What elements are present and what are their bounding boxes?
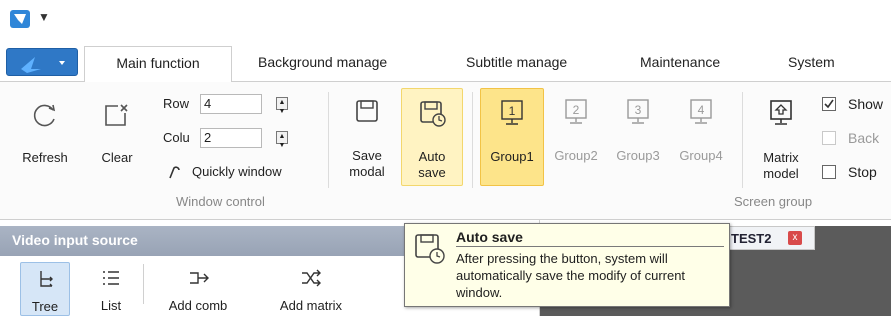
svg-text:1: 1 [509, 104, 516, 118]
group4-button[interactable]: 4 Group4 [670, 92, 732, 182]
column-label: Colu [163, 130, 190, 145]
stop-checkbox[interactable] [822, 165, 836, 179]
quickly-window-button[interactable]: Quickly window [166, 162, 322, 182]
tab-background-manage[interactable]: Background manage [258, 54, 387, 70]
window-control-group-title: Window control [176, 194, 265, 209]
svg-text:3: 3 [635, 103, 642, 117]
monitor-3-icon: 3 [627, 99, 649, 124]
refresh-icon [33, 104, 56, 127]
clear-button[interactable]: Clear [92, 96, 142, 176]
add-matrix-button[interactable]: Add matrix [264, 262, 358, 316]
column-input[interactable]: 2 [200, 128, 262, 148]
close-tab-icon[interactable]: x [788, 231, 802, 245]
toolbar-separator [143, 264, 144, 304]
group1-label: Group1 [490, 149, 534, 164]
tab-system[interactable]: System [788, 54, 835, 70]
column-spinner[interactable]: ▲ ▼ [276, 131, 288, 149]
matrix-model-label-line1: Matrix [763, 150, 799, 165]
clear-label: Clear [101, 150, 133, 165]
tree-view-button[interactable]: Tree [20, 262, 70, 316]
save-icon [356, 100, 378, 122]
quick-access-dropdown[interactable]: ▼ [38, 10, 50, 24]
auto-save-label-line1: Auto [418, 149, 446, 164]
row-spinner[interactable]: ▲ ▼ [276, 97, 288, 115]
back-label: Back [848, 130, 880, 146]
refresh-button[interactable]: Refresh [18, 96, 72, 176]
add-comb-icon [190, 272, 209, 284]
list-view-button[interactable]: List [88, 262, 134, 316]
app-menu-button[interactable] [6, 48, 78, 76]
row-input[interactable]: 4 [200, 94, 262, 114]
add-comb-label: Add comb [168, 298, 228, 313]
checkmark-icon [824, 99, 834, 109]
tooltip-auto-save-icon [415, 234, 445, 264]
save-modal-label-line1: Save [352, 148, 382, 163]
list-label: List [100, 298, 122, 313]
group2-button[interactable]: 2 Group2 [546, 92, 606, 182]
tab-main-function[interactable]: Main function [84, 46, 232, 83]
refresh-label: Refresh [22, 150, 68, 165]
show-checkbox[interactable] [822, 97, 836, 111]
monitor-4-icon: 4 [690, 99, 712, 124]
ribbon-separator [328, 92, 329, 188]
tooltip-divider [456, 246, 724, 247]
group2-label: Group2 [554, 148, 598, 163]
monitor-2-icon: 2 [565, 99, 587, 124]
quickly-window-label: Quickly window [192, 164, 282, 179]
show-label: Show [848, 96, 884, 112]
add-comb-button[interactable]: Add comb [156, 262, 240, 316]
document-tab-label: TEST2 [731, 231, 772, 246]
auto-save-button[interactable]: Auto save [401, 88, 463, 186]
group3-label: Group3 [616, 148, 660, 163]
matrix-model-label-line2: model [763, 166, 799, 181]
save-modal-button[interactable]: Save modal [342, 92, 392, 188]
list-icon [103, 271, 119, 285]
group1-button[interactable]: 1 Group1 [480, 88, 544, 186]
tree-icon [40, 271, 53, 287]
shuffle-icon [302, 269, 321, 287]
auto-save-icon [420, 101, 446, 127]
add-matrix-label: Add matrix [279, 298, 343, 313]
row-label: Row [163, 96, 190, 111]
stop-label: Stop [848, 164, 877, 180]
svg-text:4: 4 [698, 103, 705, 117]
group4-label: Group4 [679, 148, 723, 163]
tooltip-title: Auto save [456, 229, 523, 245]
clear-window-icon [105, 104, 128, 126]
matrix-monitor-icon [770, 100, 792, 125]
svg-text:2: 2 [573, 103, 580, 117]
auto-save-label-line2: save [418, 165, 446, 180]
tooltip-body: After pressing the button, system will a… [456, 251, 686, 300]
ribbon-separator [472, 92, 473, 188]
app-logo-icon [10, 10, 30, 28]
save-modal-label-line2: modal [349, 164, 385, 179]
monitor-1-icon: 1 [501, 100, 523, 125]
back-checkbox[interactable] [822, 131, 836, 145]
ribbon-separator [742, 92, 743, 188]
quick-window-icon [169, 166, 180, 179]
tree-label: Tree [31, 299, 59, 314]
matrix-model-button[interactable]: Matrix model [750, 92, 812, 188]
tab-maintenance[interactable]: Maintenance [640, 54, 720, 70]
title-bar [0, 0, 891, 40]
screen-group-title: Screen group [734, 194, 813, 209]
group3-button[interactable]: 3 Group3 [608, 92, 668, 182]
tab-subtitle-manage[interactable]: Subtitle manage [466, 54, 567, 70]
